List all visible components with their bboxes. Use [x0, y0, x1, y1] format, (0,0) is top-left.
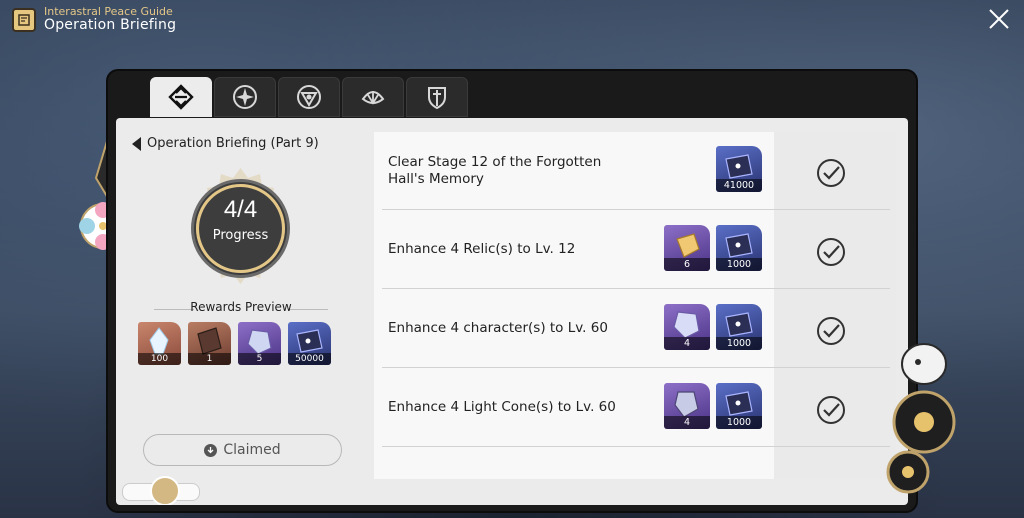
reward-item[interactable]: 1: [188, 322, 231, 365]
briefing-panel: Operation Briefing (Part 9) 4/4 Progress…: [108, 71, 916, 511]
reward-count: 5: [238, 353, 281, 365]
back-arrow-icon: [132, 136, 141, 151]
reward-item[interactable]: 1000: [716, 225, 762, 271]
completed-check-icon: [816, 237, 846, 267]
reward-item[interactable]: 6: [664, 225, 710, 271]
mission-text: Enhance 4 character(s) to Lv. 60: [388, 320, 608, 337]
claimed-icon: [204, 443, 218, 457]
mascot-decoration: [884, 340, 964, 500]
pom-pom-emblem-icon: [150, 476, 180, 505]
reward-item[interactable]: 100: [138, 322, 181, 365]
rewards-preview: 100 1 5 50000: [138, 322, 331, 365]
tab-shell[interactable]: [342, 77, 404, 117]
close-icon: [989, 9, 1009, 29]
shield-sword-icon: [428, 87, 446, 110]
mission-text: Enhance 4 Light Cone(s) to Lv. 60: [388, 399, 616, 416]
completed-check-icon: [816, 316, 846, 346]
completed-check-icon: [816, 158, 846, 188]
reward-count: 41000: [716, 179, 762, 192]
tab-compass[interactable]: [214, 77, 276, 117]
sidebar: Operation Briefing (Part 9) 4/4 Progress…: [116, 118, 366, 505]
tab-bar: [150, 77, 468, 117]
mission-rewards: 6 1000: [664, 225, 762, 271]
tab-triangle[interactable]: [278, 77, 340, 117]
header: Interastral Peace Guide Operation Briefi…: [12, 5, 177, 34]
close-button[interactable]: [988, 8, 1010, 30]
reward-count: 1000: [716, 258, 762, 271]
reward-count: 1: [188, 353, 231, 365]
reward-count: 50000: [288, 353, 331, 365]
claimed-label: Claimed: [223, 442, 281, 458]
mission-list: Clear Stage 12 of the Forgotten Hall's M…: [374, 132, 896, 479]
reward-item[interactable]: 50000: [288, 322, 331, 365]
mission-text: Clear Stage 12 of the Forgotten Hall's M…: [388, 154, 602, 187]
mission-rewards: 4 1000: [664, 383, 762, 429]
mission-rewards: 41000: [716, 146, 762, 192]
reward-count: 6: [664, 258, 710, 271]
content-area: Operation Briefing (Part 9) 4/4 Progress…: [116, 118, 908, 505]
triangle-emblem-icon: [297, 85, 321, 109]
shell-emblem-icon: [361, 91, 385, 105]
mission-row: Enhance 4 Light Cone(s) to Lv. 60 4 1000: [382, 369, 890, 447]
page-title: Operation Briefing: [44, 17, 177, 34]
progress-label: Progress: [212, 228, 269, 243]
tab-shield[interactable]: [406, 77, 468, 117]
reward-count: 4: [664, 337, 710, 350]
progress-value: 4/4: [223, 196, 258, 223]
reward-item[interactable]: 1000: [716, 383, 762, 429]
claimed-button[interactable]: Claimed: [143, 434, 342, 466]
briefing-part-title: Operation Briefing (Part 9): [147, 136, 319, 151]
compass-star-icon: [233, 85, 257, 109]
operation-briefing-icon: [168, 84, 194, 110]
reward-count: 1000: [716, 416, 762, 429]
progress-ring: 4/4 Progress: [178, 166, 303, 291]
reward-item[interactable]: 41000: [716, 146, 762, 192]
guide-book-icon: [12, 7, 36, 32]
reward-item[interactable]: 4: [664, 304, 710, 350]
mission-row: Enhance 4 character(s) to Lv. 60 4 1000: [382, 290, 890, 368]
reward-item[interactable]: 4: [664, 383, 710, 429]
rewards-preview-title: Rewards Preview: [190, 300, 292, 314]
mission-row: Enhance 4 Relic(s) to Lv. 12 6 1000: [382, 211, 890, 289]
reward-item[interactable]: 1000: [716, 304, 762, 350]
reward-item[interactable]: 5: [238, 322, 281, 365]
tab-operation-briefing[interactable]: [150, 77, 212, 117]
back-button[interactable]: Operation Briefing (Part 9): [132, 136, 319, 151]
reward-count: 4: [664, 416, 710, 429]
completed-check-icon: [816, 395, 846, 425]
mission-rewards: 4 1000: [664, 304, 762, 350]
reward-count: 1000: [716, 337, 762, 350]
mission-text: Enhance 4 Relic(s) to Lv. 12: [388, 241, 576, 258]
mission-row: Clear Stage 12 of the Forgotten Hall's M…: [382, 132, 890, 210]
reward-count: 100: [138, 353, 181, 365]
